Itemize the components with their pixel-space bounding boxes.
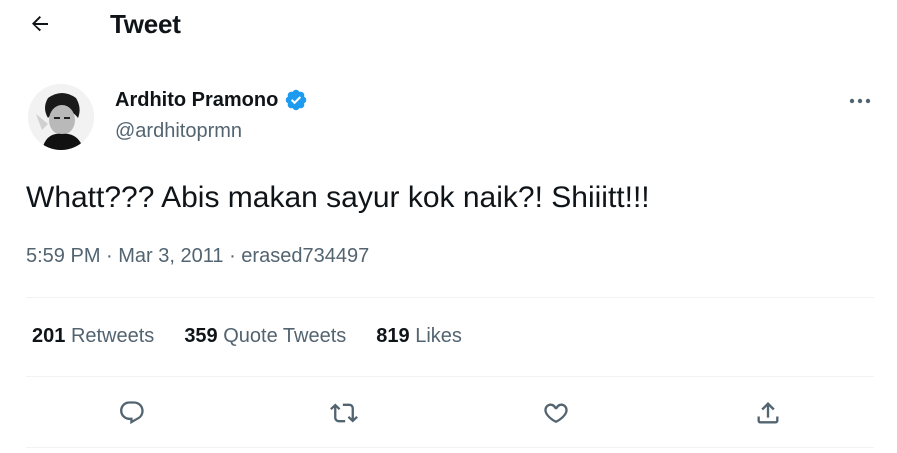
back-button[interactable]	[22, 8, 58, 40]
retweet-icon[interactable]	[330, 399, 358, 427]
likes-count: 819	[376, 325, 410, 347]
share-icon[interactable]	[754, 399, 782, 427]
tweet-date[interactable]: Mar 3, 2011	[118, 245, 223, 267]
quote-tweets-label: Quote Tweets	[223, 325, 347, 347]
likes-stat[interactable]: 819 Likes	[376, 325, 462, 348]
likes-label: Likes	[415, 325, 462, 347]
verified-badge-icon	[286, 89, 307, 111]
retweet-button[interactable]	[324, 393, 364, 433]
tweet-meta: 5:59 PM · Mar 3, 2011 · erased734497	[26, 245, 369, 268]
meta-separator: ·	[223, 245, 242, 267]
retweets-label: Retweets	[70, 325, 155, 347]
author-name[interactable]: Ardhito Pramono	[115, 88, 308, 112]
quote-tweets-count: 359	[184, 325, 218, 347]
share-button[interactable]	[748, 393, 788, 433]
back-arrow-icon[interactable]	[28, 12, 52, 36]
tweet-page: Tweet Ardhito Pramono @ardhitoprmn Whatt…	[0, 0, 897, 453]
tweet-stats: 201 Retweets 359 Quote Tweets 819 Likes	[32, 325, 462, 348]
reply-button[interactable]	[112, 393, 152, 433]
like-icon[interactable]	[542, 399, 570, 427]
author-handle[interactable]: @ardhitoprmn	[115, 120, 242, 143]
tweet-source[interactable]: erased734497	[241, 245, 369, 267]
like-button[interactable]	[536, 393, 576, 433]
divider	[26, 447, 874, 448]
divider	[26, 297, 874, 298]
retweets-count: 201	[32, 325, 66, 347]
divider	[26, 376, 874, 377]
tweet-time[interactable]: 5:59 PM	[26, 245, 100, 267]
reply-icon[interactable]	[118, 399, 146, 427]
tweet-text: Whatt??? Abis makan sayur kok naik?! Shi…	[26, 181, 650, 214]
more-horizontal-icon[interactable]	[849, 98, 871, 104]
quote-tweets-stat[interactable]: 359 Quote Tweets	[184, 325, 346, 348]
more-options-button[interactable]	[838, 86, 882, 116]
retweets-stat[interactable]: 201 Retweets	[32, 325, 154, 348]
meta-separator: ·	[100, 245, 119, 267]
avatar[interactable]	[28, 84, 94, 150]
author-name-text[interactable]: Ardhito Pramono	[115, 89, 278, 112]
page-title: Tweet	[110, 9, 181, 39]
page-header: Tweet	[0, 0, 897, 50]
